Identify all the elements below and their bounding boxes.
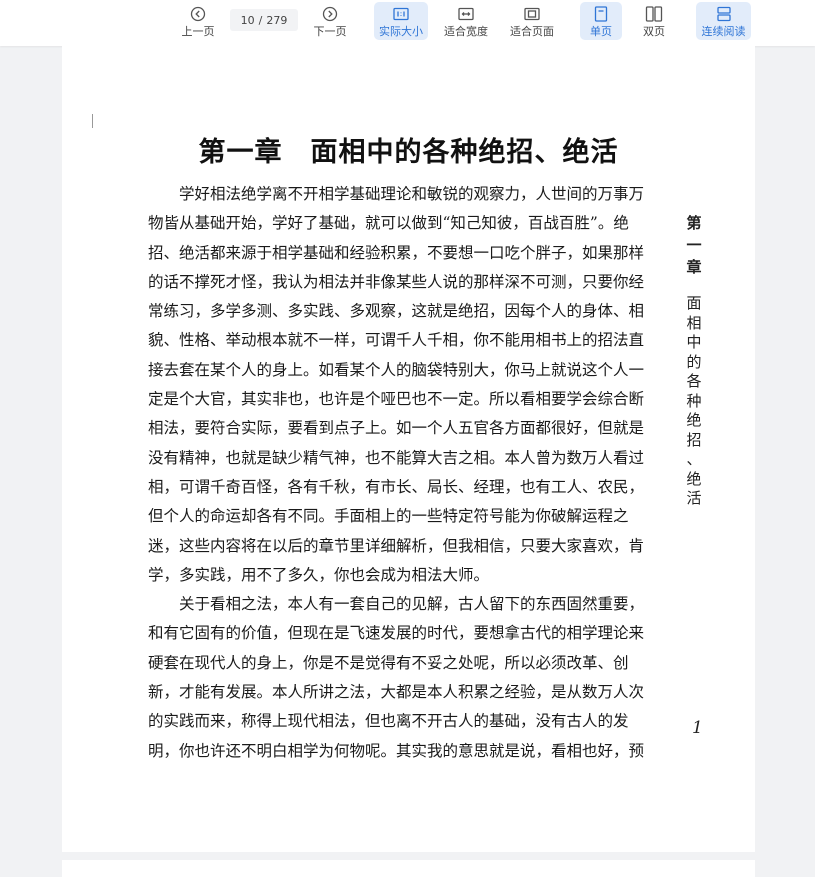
total-page-count: 279: [266, 13, 288, 27]
text-line: 的实践而来，称得上现代相法，但也离不开古人的基础，没有古人的发: [148, 712, 629, 731]
text-line: 没有精神，也就是缺少精气神，也不能算大吉之相。本人曾为数万人看过: [148, 448, 645, 467]
side-label-char: 章: [686, 258, 702, 276]
side-label-char: 各: [686, 372, 702, 390]
actual-size-button[interactable]: 实际大小: [374, 2, 428, 40]
chevron-left-circle-icon: [190, 5, 206, 23]
text-line: 明，你也许还不明白相学为何物呢。其实我的意思就是说，看相也好，预: [148, 741, 645, 760]
continuous-reading-icon: [716, 5, 732, 23]
side-label-char: 种: [686, 391, 702, 410]
side-label-char: 绝: [686, 469, 702, 488]
text-line: 迷，这些内容将在以后的章节里详细解析，但我相信，只要大家喜欢，肯: [148, 536, 645, 555]
text-line: 但个人的命运却各有不同。手面相上的一些特定符号能为你破解运程之: [148, 507, 629, 526]
text-line: 关于看相之法，本人有一套自己的见解，古人留下的东西固然重要，: [179, 595, 645, 614]
document-page: 第一章 面相中的各种绝招、绝活 学好相法绝学离不开相学基础理论和敏锐的观察力，人世…: [62, 46, 755, 852]
text-line: 新，才能有发展。本人所讲之法，大都是本人积累之经验，是从数万人次: [148, 683, 645, 702]
side-label-char: 绝: [686, 411, 702, 429]
text-line: 相法，要符合实际，要看到点子上。如一个人五官各方面都很好，但就是: [148, 419, 645, 438]
text-line: 学，多实践，用不了多久，你也会成为相法大师。: [148, 565, 490, 584]
actual-size-icon: [393, 5, 409, 23]
viewer-toolbar: 上一页 10 / 279 下一页 实际大小 适合宽度 适合页面 单页 双页 连续…: [0, 0, 815, 46]
next-page-button[interactable]: 下一页: [310, 2, 350, 40]
side-label-char: 、: [686, 450, 702, 468]
running-chapter-label: 第一章 面相中的各种绝招、绝活: [682, 212, 706, 509]
fit-page-button[interactable]: 适合页面: [506, 2, 558, 40]
text-line: 学好相法绝学离不开相学基础理论和敏锐的观察力，人世间的万事万: [179, 185, 645, 203]
page-number: 1: [692, 718, 703, 738]
double-page-icon: [645, 5, 663, 23]
next-page-label: 下一页: [313, 25, 347, 38]
single-page-label: 单页: [590, 25, 612, 38]
current-page-number: 10: [240, 13, 255, 27]
prev-page-label: 上一页: [181, 25, 215, 38]
text-line: 物皆从基础开始，学好了基础，就可以做到“知己知彼，百战百胜”。绝: [148, 214, 629, 233]
fit-width-button[interactable]: 适合宽度: [440, 2, 492, 40]
paragraph-1: 学好相法绝学离不开相学基础理论和敏锐的观察力，人世间的万事万物皆从基础开始，学好…: [148, 180, 660, 590]
fit-width-label: 适合宽度: [444, 25, 488, 38]
side-label-char: 中: [686, 333, 702, 351]
text-line: 接去套在某个人的身上。如看某个人的脑袋特别大，你马上就说这个人一: [148, 360, 645, 379]
page-indicator[interactable]: 10 / 279: [230, 9, 298, 31]
text-line: 相，可谓千奇百怪，各有千秋，有市长、局长、经理，也有工人、农民，: [148, 477, 645, 496]
prev-page-button[interactable]: 上一页: [178, 2, 218, 40]
side-label-char: 面: [686, 294, 702, 312]
text-line: 定是个大官，其实非也，也许是个哑巴也不一定。所以看相要学会综合断: [148, 390, 645, 409]
double-page-button[interactable]: 双页: [633, 2, 675, 40]
chapter-number: 第一章: [198, 137, 283, 168]
side-label-char: 一: [686, 236, 702, 254]
text-line: 招、绝活都来源于相学基础和经验积累，不要想一口吃个胖子，如果那样: [148, 243, 645, 262]
next-document-page: [62, 860, 755, 877]
text-line: 常练习，多学多测、多实践、多观察，这就是绝招，因每个人的身体、相: [148, 302, 645, 321]
single-page-button[interactable]: 单页: [580, 2, 622, 40]
fit-width-icon: [458, 5, 474, 23]
text-line: 硬套在现代人的身上，你是不是觉得有不妥之处呢，所以必须改革、创: [148, 653, 629, 672]
text-line: 的话不撑死才怪，我认为相法并非像某些人说的那样深不可测，只要你经: [148, 272, 645, 291]
chapter-name: 面相中的各种绝招、绝活: [310, 137, 619, 168]
body-text: 学好相法绝学离不开相学基础理论和敏锐的观察力，人世间的万事万物皆从基础开始，学好…: [148, 180, 660, 766]
chevron-right-circle-icon: [322, 5, 338, 23]
single-page-icon: [594, 5, 608, 23]
side-label-char: 的: [686, 352, 702, 371]
side-label-char: 第: [686, 214, 702, 232]
side-label-char: 招: [686, 430, 702, 449]
text-cursor: [92, 114, 93, 128]
actual-size-label: 实际大小: [379, 25, 423, 38]
text-line: 貌、性格、举动根本就不一样，可谓千人千相，你不能用相书上的招法直: [148, 331, 645, 350]
fit-page-icon: [524, 5, 540, 23]
text-line: 和有它固有的价值，但现在是飞速发展的时代，要想拿古代的相学理论来: [148, 624, 645, 643]
side-label-char: 活: [686, 489, 702, 507]
side-label-char: 相: [686, 313, 702, 332]
chapter-title: 第一章 面相中的各种绝招、绝活: [62, 130, 755, 169]
continuous-reading-button[interactable]: 连续阅读: [696, 2, 751, 40]
double-page-label: 双页: [643, 25, 665, 38]
continuous-reading-label: 连续阅读: [701, 25, 746, 38]
page-separator: /: [258, 13, 263, 27]
paragraph-2: 关于看相之法，本人有一套自己的见解，古人留下的东西固然重要， 和有它固有的价值，但…: [148, 590, 660, 766]
fit-page-label: 适合页面: [510, 25, 554, 38]
